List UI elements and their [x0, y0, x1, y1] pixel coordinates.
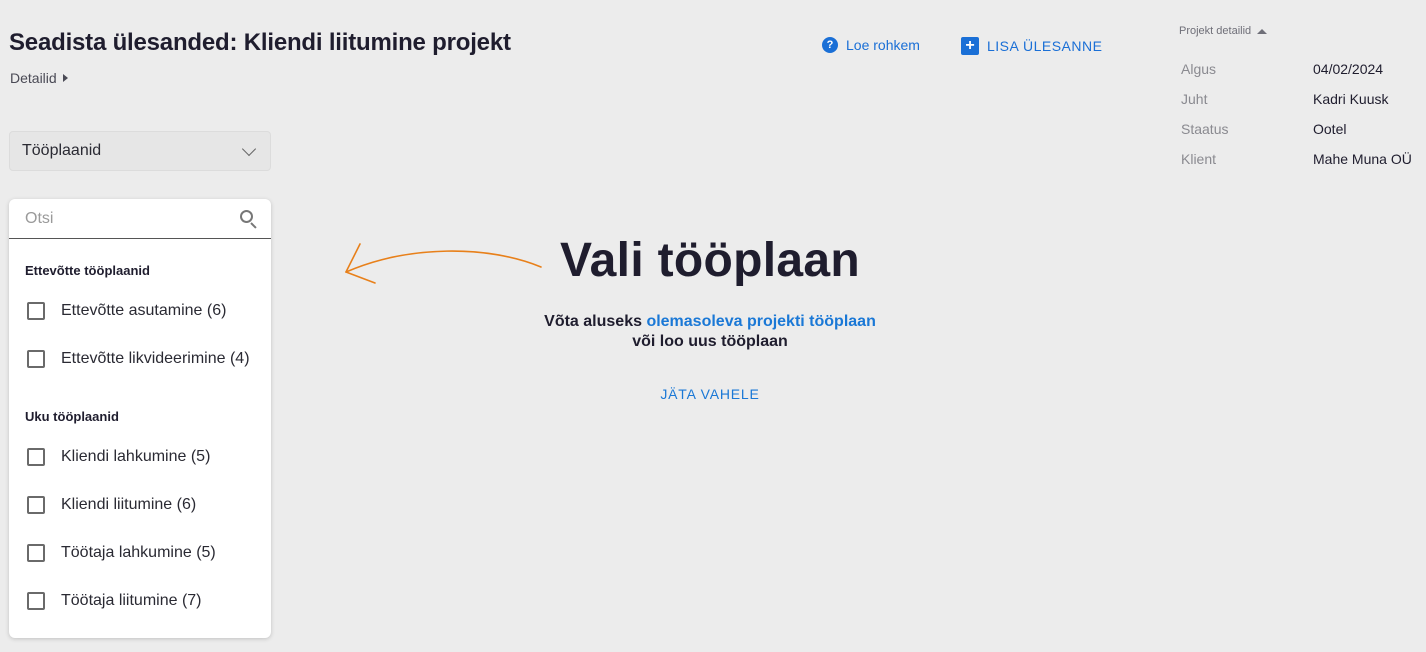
checkbox[interactable] — [27, 448, 45, 466]
list-item[interactable]: Kliendi liitumine (6) — [9, 481, 271, 529]
detail-row-start: Algus 04/02/2024 — [1181, 61, 1383, 77]
list-item[interactable]: Töötaja lahkumine (5) — [9, 529, 271, 577]
add-task-label: LISA ÜLESANNE — [987, 38, 1103, 54]
list-item-label: Ettevõtte asutamine (6) — [61, 302, 227, 319]
empty-state-line1: Võta aluseks olemasoleva projekti tööpla… — [410, 313, 1010, 331]
checkbox[interactable] — [27, 592, 45, 610]
project-details-toggle[interactable]: Projekt detailid — [1179, 25, 1268, 37]
skip-button[interactable]: JÄTA VAHELE — [660, 386, 759, 402]
empty-state-line2: või loo uus tööplaan — [632, 333, 788, 350]
detail-value: Mahe Muna OÜ — [1313, 151, 1412, 167]
search-bar — [9, 199, 271, 239]
read-more-label: Loe rohkem — [846, 37, 920, 53]
list-item[interactable]: Ettevõtte asutamine (6) — [9, 287, 271, 335]
detail-key: Staatus — [1181, 121, 1229, 137]
list-item-label: Töötaja lahkumine (5) — [61, 544, 216, 561]
add-task-button[interactable]: + LISA ÜLESANNE — [961, 37, 1102, 55]
empty-state-line1-prefix: Võta aluseks — [544, 313, 647, 330]
search-icon[interactable] — [239, 209, 259, 229]
plus-icon: + — [961, 37, 979, 55]
caret-right-icon — [62, 74, 68, 82]
help-icon: ? — [822, 37, 838, 53]
caret-up-icon — [1257, 28, 1268, 34]
search-input[interactable] — [25, 209, 225, 228]
group-title-user: Uku tööplaanid — [25, 409, 119, 424]
chevron-down-icon — [241, 141, 257, 156]
detail-value: 04/02/2024 — [1313, 61, 1384, 77]
detail-key: Klient — [1181, 151, 1217, 167]
detail-row-manager: Juht Kadri Kuusk — [1181, 91, 1388, 107]
detail-row-status: Staatus Ootel — [1181, 121, 1346, 137]
workplan-list-panel: Ettevõtte tööplaanid Ettevõtte asutamine… — [9, 199, 271, 638]
checkbox[interactable] — [27, 496, 45, 514]
list-item[interactable]: Ettevõtte likvideerimine (4) — [9, 335, 271, 383]
list-item[interactable]: Kliendi lahkumine (5) — [9, 433, 271, 481]
read-more-button[interactable]: ? Loe rohkem — [822, 37, 920, 53]
checkbox[interactable] — [27, 544, 45, 562]
detail-value: Ootel — [1313, 121, 1347, 137]
detail-row-client: Klient Mahe Muna OÜ — [1181, 151, 1412, 167]
workplan-type-select[interactable]: Tööplaanid — [9, 131, 271, 171]
list-item-label: Ettevõtte likvideerimine (4) — [61, 350, 250, 367]
details-label: Detailid — [10, 70, 57, 86]
detail-key: Algus — [1181, 61, 1217, 77]
group-title-company: Ettevõtte tööplaanid — [25, 263, 150, 278]
empty-state-title: Vali tööplaan — [560, 234, 860, 287]
detail-key: Juht — [1181, 91, 1208, 107]
list-item-label: Kliendi lahkumine (5) — [61, 448, 211, 465]
checkbox[interactable] — [27, 350, 45, 368]
list-item-label: Kliendi liitumine (6) — [61, 496, 197, 513]
page-title: Seadista ülesanded: Kliendi liitumine pr… — [9, 29, 511, 56]
list-item-label: Töötaja liitumine (7) — [61, 592, 202, 609]
checkbox[interactable] — [27, 302, 45, 320]
existing-workplan-link[interactable]: olemasoleva projekti tööplaan — [646, 313, 875, 330]
select-value: Tööplaanid — [22, 142, 102, 159]
details-toggle[interactable]: Detailid — [10, 70, 68, 86]
project-details-header: Projekt detailid — [1179, 25, 1252, 37]
detail-value: Kadri Kuusk — [1313, 91, 1389, 107]
list-item[interactable]: Töötaja liitumine (7) — [9, 577, 271, 625]
skip-container: JÄTA VAHELE — [410, 386, 1010, 402]
